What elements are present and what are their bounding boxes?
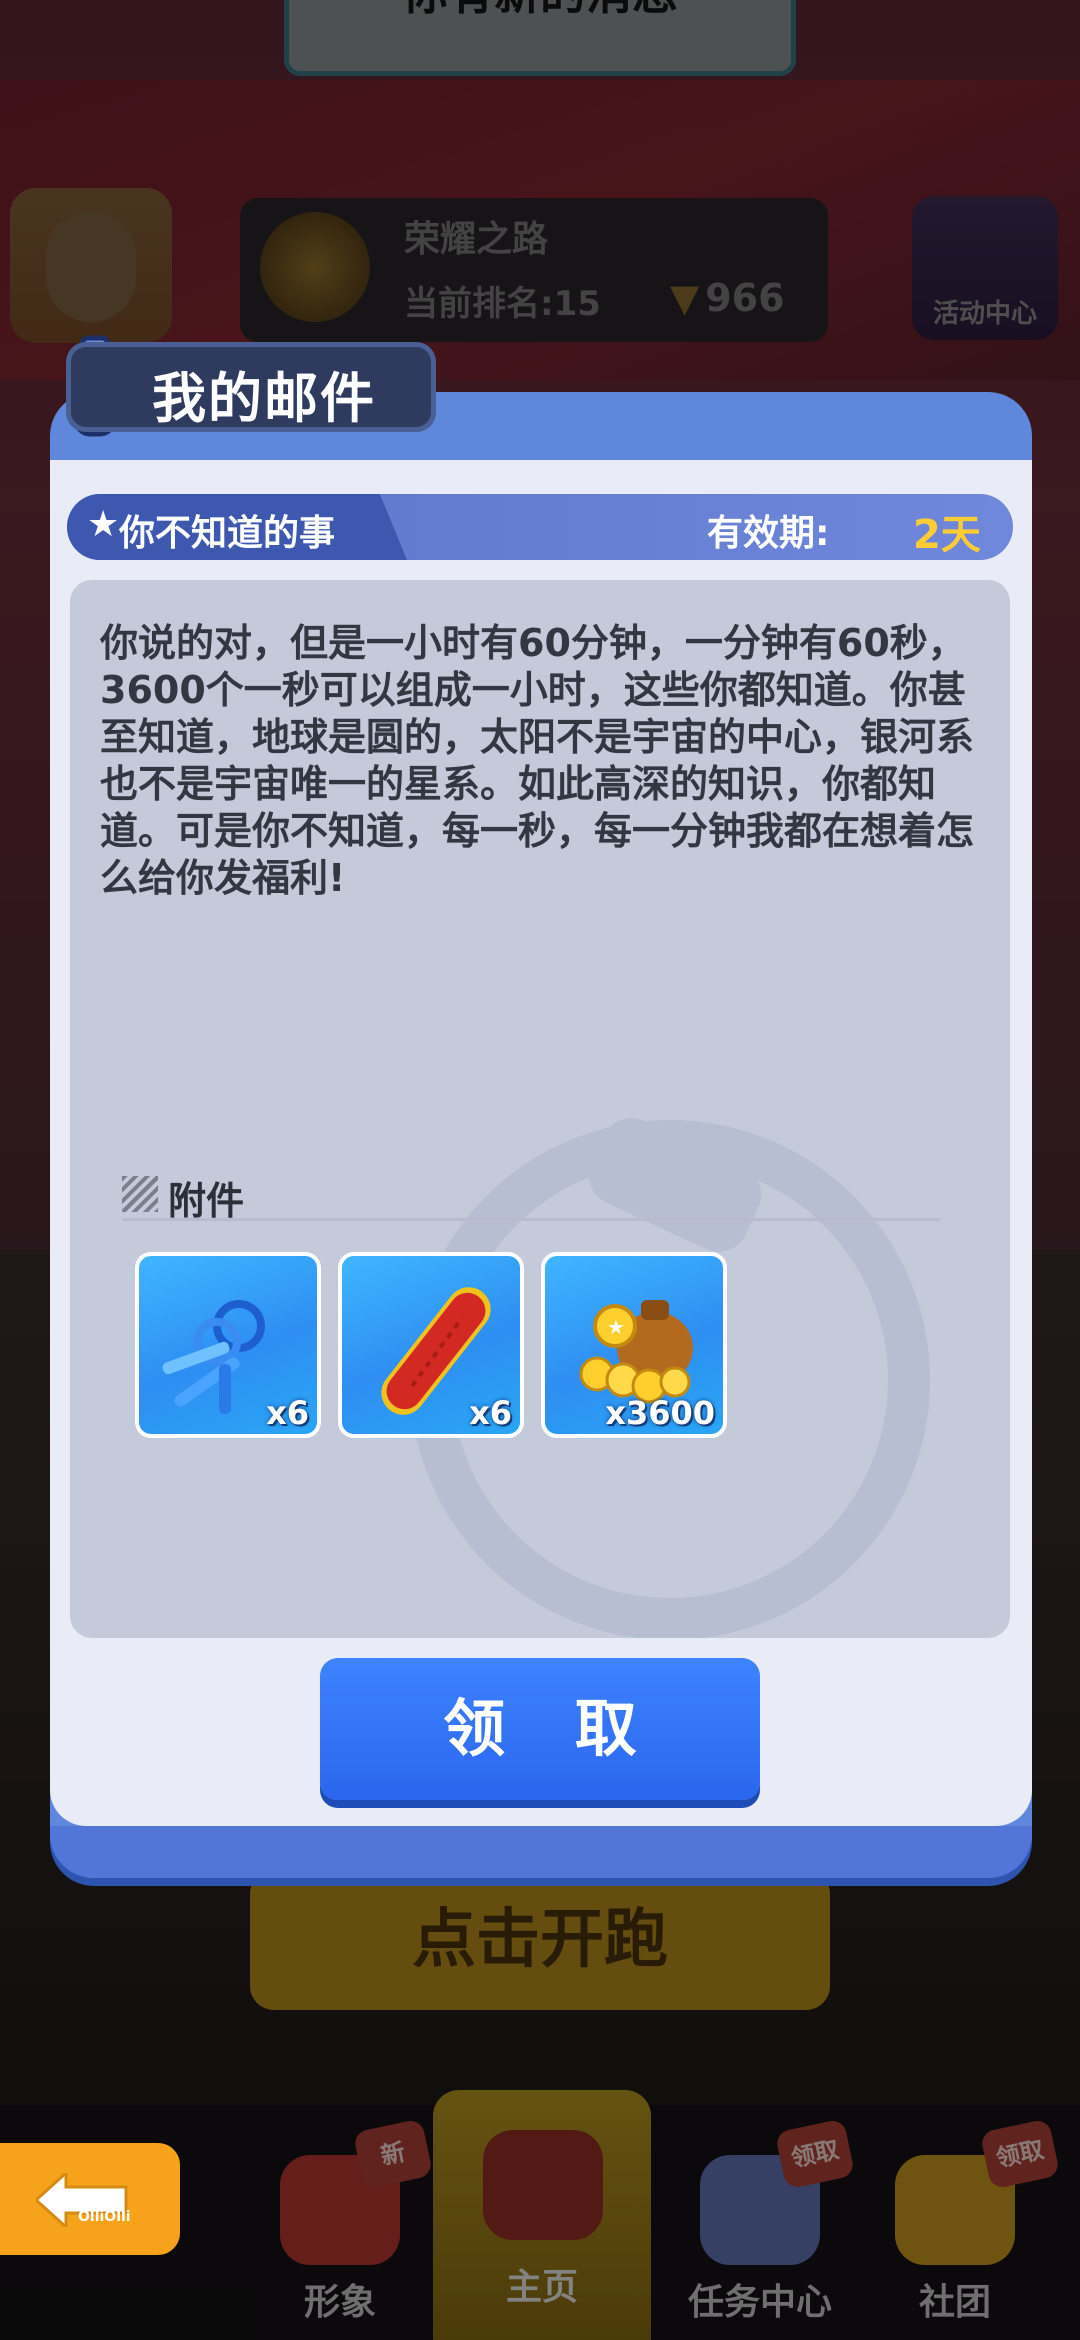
attachments-header: 附件 xyxy=(122,1170,940,1223)
mail-subject: 你不知道的事 xyxy=(119,513,336,554)
mail-subject-bar: ★ 你不知道的事 有效期: 2天 xyxy=(67,494,1013,560)
nav-item-tasks[interactable]: 领取 任务中心 xyxy=(660,2118,860,2335)
nav-item-appearance[interactable]: 新 形象 xyxy=(240,2118,440,2335)
attachment-item-coins[interactable]: ★ x3600 xyxy=(541,1252,727,1438)
dialog-footer xyxy=(50,1826,1032,1878)
attachment-icon xyxy=(122,1176,158,1212)
item-count: x3600 xyxy=(605,1394,715,1432)
svg-text:★: ★ xyxy=(607,1315,625,1339)
back-button[interactable]: OlliOlli xyxy=(0,2143,180,2255)
claim-badge: 领取 xyxy=(774,2118,856,2190)
star-icon: ★ xyxy=(87,504,120,545)
attachment-item-keys[interactable]: x6 xyxy=(135,1252,321,1438)
claim-badge: 领取 xyxy=(979,2118,1061,2190)
mail-title: 我的邮件 xyxy=(152,367,376,430)
nav-item-club[interactable]: 领取 社团 xyxy=(855,2118,1061,2335)
attachment-item-hoverboard[interactable]: x6 xyxy=(338,1252,524,1438)
mail-content-panel: 你说的对，但是一小时有60分钟，一分钟有60秒，3600个一秒可以组成一小时，这… xyxy=(70,580,1010,1638)
claim-label: 领 取 xyxy=(443,1692,661,1765)
validity-label: 有效期: xyxy=(707,513,830,554)
nav-item-home[interactable]: 主页 xyxy=(433,2090,651,2340)
mail-title-tab: 我的邮件 xyxy=(66,342,436,432)
item-count: x6 xyxy=(469,1394,512,1432)
nav-label: 任务中心 xyxy=(687,2282,832,2323)
new-badge: 新 xyxy=(352,2118,434,2190)
brand-logo: OlliOlli xyxy=(78,2209,131,2225)
attachments-label: 附件 xyxy=(168,1179,245,1223)
hoverboard-nav-icon xyxy=(483,2130,603,2240)
nav-label: 形象 xyxy=(303,2282,376,2323)
nav-label: 主页 xyxy=(505,2267,578,2308)
item-count: x6 xyxy=(266,1394,309,1432)
mail-body-text: 你说的对，但是一小时有60分钟，一分钟有60秒，3600个一秒可以组成一小时，这… xyxy=(100,621,975,900)
validity-value: 2天 xyxy=(913,512,981,558)
claim-button[interactable]: 领 取 xyxy=(320,1658,760,1800)
nav-label: 社团 xyxy=(918,2282,991,2323)
